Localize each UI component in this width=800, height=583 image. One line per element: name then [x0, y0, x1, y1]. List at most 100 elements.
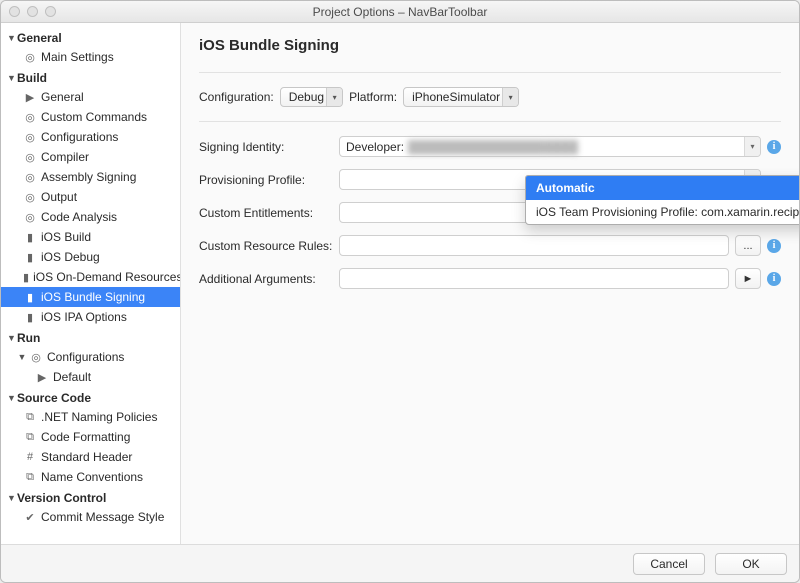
window-body: ▼ General ◎ Main Settings ▼ Build ▶Gener… — [1, 23, 799, 544]
configuration-select[interactable]: Debug ▾ — [280, 87, 343, 107]
doc-icon: ⧉ — [23, 431, 37, 444]
sidebar-item-code-formatting[interactable]: ⧉ Code Formatting — [1, 427, 180, 447]
dropdown-option-automatic[interactable]: Automatic — [526, 176, 799, 200]
sidebar-item-ios-bundle-signing[interactable]: ▮iOS Bundle Signing — [1, 287, 180, 307]
sidebar-item-compiler[interactable]: ◎ Compiler — [1, 147, 180, 167]
sidebar-item-run-default[interactable]: ▶ Default — [1, 367, 180, 387]
signing-identity-label: Signing Identity: — [199, 140, 339, 154]
page-title: iOS Bundle Signing — [199, 37, 781, 54]
chevron-down-icon: ▾ — [744, 137, 760, 156]
dropdown-option-team-profile[interactable]: iOS Team Provisioning Profile: com.xamar… — [526, 200, 799, 224]
signing-identity-select[interactable]: Developer: ████████████████████ ▾ — [339, 136, 761, 157]
gear-icon: ◎ — [23, 171, 37, 184]
row-custom-resource-rules: Custom Resource Rules: ... i — [199, 235, 781, 256]
sidebar-item-ios-build[interactable]: ▮iOS Build — [1, 227, 180, 247]
check-icon: ✔ — [23, 511, 37, 524]
main-panel: iOS Bundle Signing Configuration: Debug … — [181, 23, 799, 544]
sidebar-item-label: Default — [53, 370, 91, 384]
info-icon[interactable]: i — [767, 272, 781, 286]
gear-icon: ◎ — [23, 51, 37, 64]
sidebar-item-label: Configurations — [47, 350, 124, 364]
info-icon[interactable]: i — [767, 239, 781, 253]
sidebar-item-build-general[interactable]: ▶General — [1, 87, 180, 107]
sidebar-group-general[interactable]: ▼ General — [1, 27, 180, 47]
sidebar-item-ios-ipa[interactable]: ▮iOS IPA Options — [1, 307, 180, 327]
sidebar-item-name-conventions[interactable]: ⧉Name Conventions — [1, 467, 180, 487]
sidebar-item-ios-odr[interactable]: ▮iOS On-Demand Resources — [1, 267, 180, 287]
zoom-button[interactable] — [45, 6, 56, 17]
sidebar-item-main-settings[interactable]: ◎ Main Settings — [1, 47, 180, 67]
custom-resource-rules-input[interactable] — [339, 235, 729, 256]
minimize-button[interactable] — [27, 6, 38, 17]
additional-arguments-label: Additional Arguments: — [199, 272, 339, 286]
sidebar-item-label: Compiler — [41, 150, 89, 164]
sidebar-item-label: Custom Commands — [41, 110, 147, 124]
close-button[interactable] — [9, 6, 20, 17]
play-icon: ▶ — [35, 371, 49, 384]
additional-arguments-menu-button[interactable]: ► — [735, 268, 761, 289]
sidebar-item-label: iOS Build — [41, 230, 91, 244]
sidebar-item-custom-commands[interactable]: ◎ Custom Commands — [1, 107, 180, 127]
platform-select[interactable]: iPhoneSimulator ▾ — [403, 87, 519, 107]
row-additional-arguments: Additional Arguments: ► i — [199, 268, 781, 289]
sidebar-item-label: iOS On-Demand Resources — [33, 270, 181, 284]
sidebar-item-output[interactable]: ◎Output — [1, 187, 180, 207]
signing-identity-value: Developer: — [346, 140, 404, 154]
group-label: Source Code — [17, 391, 91, 405]
disclosure-icon: ▼ — [17, 352, 27, 362]
chevron-down-icon: ▾ — [326, 88, 342, 106]
sidebar-item-net-naming[interactable]: ⧉.NET Naming Policies — [1, 407, 180, 427]
sidebar-item-label: Commit Message Style — [41, 510, 164, 524]
sidebar-item-label: Output — [41, 190, 77, 204]
browse-resource-rules-button[interactable]: ... — [735, 235, 761, 256]
configuration-label: Configuration: — [199, 90, 274, 104]
group-label: General — [17, 31, 62, 45]
ok-button[interactable]: OK — [715, 553, 787, 575]
sidebar-item-run-configurations[interactable]: ▼ ◎ Configurations — [1, 347, 180, 367]
sidebar-item-code-analysis[interactable]: ◎Code Analysis — [1, 207, 180, 227]
group-label: Version Control — [17, 491, 106, 505]
gear-icon: ◎ — [23, 151, 37, 164]
sidebar-item-label: Code Analysis — [41, 210, 117, 224]
sidebar-group-build[interactable]: ▼ Build — [1, 67, 180, 87]
dialog-footer: Cancel OK — [1, 544, 799, 582]
row-signing-identity: Signing Identity: Developer: ███████████… — [199, 136, 781, 157]
sidebar-item-configurations[interactable]: ◎ Configurations — [1, 127, 180, 147]
sidebar-item-label: Main Settings — [41, 50, 114, 64]
sidebar-item-label: iOS IPA Options — [41, 310, 127, 324]
gear-icon: ◎ — [23, 111, 37, 124]
sidebar-item-label: Standard Header — [41, 450, 132, 464]
project-options-window: Project Options – NavBarToolbar ▼ Genera… — [0, 0, 800, 583]
divider — [199, 72, 781, 73]
disclosure-icon: ▼ — [7, 393, 15, 403]
play-icon: ▶ — [23, 91, 37, 104]
hash-icon: # — [23, 451, 37, 463]
disclosure-icon: ▼ — [7, 73, 15, 83]
sidebar-item-standard-header[interactable]: # Standard Header — [1, 447, 180, 467]
sidebar-group-source-code[interactable]: ▼ Source Code — [1, 387, 180, 407]
sidebar-item-commit-style[interactable]: ✔ Commit Message Style — [1, 507, 180, 527]
disclosure-icon: ▼ — [7, 333, 15, 343]
sidebar-item-assembly-signing[interactable]: ◎ Assembly Signing — [1, 167, 180, 187]
sidebar-group-run[interactable]: ▼ Run — [1, 327, 180, 347]
info-icon[interactable]: i — [767, 140, 781, 154]
gear-icon: ◎ — [29, 351, 43, 364]
provisioning-profile-dropdown[interactable]: Automatic iOS Team Provisioning Profile:… — [525, 175, 799, 225]
platform-label: Platform: — [349, 90, 397, 104]
group-label: Run — [17, 331, 40, 345]
chevron-down-icon: ▾ — [502, 88, 518, 106]
sidebar-item-label: iOS Debug — [41, 250, 100, 264]
sidebar-item-ios-debug[interactable]: ▮iOS Debug — [1, 247, 180, 267]
divider — [199, 121, 781, 122]
sidebar-item-label: Assembly Signing — [41, 170, 136, 184]
sidebar[interactable]: ▼ General ◎ Main Settings ▼ Build ▶Gener… — [1, 23, 181, 544]
sidebar-item-label: iOS Bundle Signing — [41, 290, 145, 304]
gear-icon: ◎ — [23, 131, 37, 144]
cancel-button[interactable]: Cancel — [633, 553, 705, 575]
provisioning-profile-label: Provisioning Profile: — [199, 173, 339, 187]
additional-arguments-input[interactable] — [339, 268, 729, 289]
sidebar-item-label: Name Conventions — [41, 470, 143, 484]
sidebar-group-version-control[interactable]: ▼ Version Control — [1, 487, 180, 507]
sidebar-item-label: Configurations — [41, 130, 118, 144]
sidebar-item-label: Code Formatting — [41, 430, 130, 444]
